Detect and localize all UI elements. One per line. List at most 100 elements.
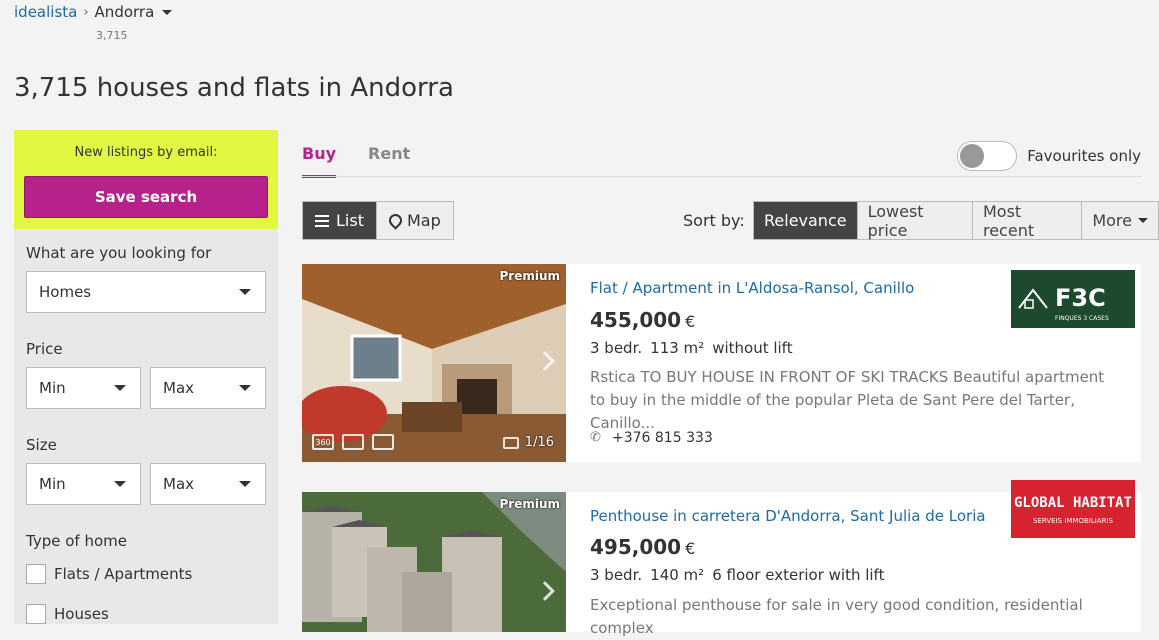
checkbox[interactable] <box>26 604 46 624</box>
price-label: Price <box>26 340 63 358</box>
agency-logo[interactable]: F3C FINQUES 3 CASES <box>1011 270 1135 328</box>
property-type-select[interactable]: Homes <box>26 271 266 313</box>
listing-photo[interactable]: Premium <box>302 492 566 632</box>
email-alert-box: New listings by email: Save search <box>14 130 278 229</box>
chevron-down-icon <box>239 385 251 391</box>
chevron-down-icon <box>239 289 251 295</box>
photo-count: 1/16 <box>524 435 554 450</box>
price-max-value: Max <box>163 379 195 397</box>
tab-rent[interactable]: Rent <box>368 144 410 178</box>
sort-lowest-price-button[interactable]: Lowest price <box>856 202 972 240</box>
save-search-button[interactable]: Save search <box>24 176 268 218</box>
map-view-button[interactable]: Map <box>375 202 453 239</box>
breadcrumb-location-label: Andorra <box>94 3 155 21</box>
sort-most-recent-button[interactable]: Most recent <box>971 202 1082 240</box>
favourites-toggle[interactable] <box>957 141 1018 171</box>
listing-title-link[interactable]: Flat / Apartment in L'Aldosa-Ransol, Can… <box>590 279 914 297</box>
breadcrumb-count: 3,715 <box>96 29 128 42</box>
sort-label: Sort by: <box>683 211 745 230</box>
size-label: Size <box>26 436 57 454</box>
chevron-down-icon <box>114 481 126 487</box>
listing-photo-exterior <box>302 492 566 632</box>
bedrooms: 3 bedr. <box>590 566 643 584</box>
listing-details: 3 bedr. 113 m² without lift <box>590 339 793 357</box>
global-habitat-logo-icon: GLOBAL HABITAT SERVEIS IMMOBILIARIS <box>1011 480 1135 538</box>
property-type-value: Homes <box>39 283 92 301</box>
phone-icon: ✆ <box>590 430 601 445</box>
list-view-button[interactable]: List <box>303 202 376 239</box>
sort-more-label: More <box>1092 211 1132 230</box>
logo-text: F3C <box>1055 284 1106 312</box>
map-pin-icon <box>389 214 400 228</box>
price-min-select[interactable]: Min <box>26 367 141 409</box>
page-title: 3,715 houses and flats in Andorra <box>14 73 454 103</box>
media-icons: 360 <box>312 434 394 450</box>
page-header: idealista › Andorra 3,715 3,715 houses a… <box>0 0 1159 124</box>
360-icon: 360 <box>312 434 334 450</box>
listing-price: 495,000 € <box>590 535 695 559</box>
price-value: 455,000 <box>590 308 682 332</box>
list-icon <box>315 214 329 227</box>
breadcrumb: idealista › Andorra <box>14 3 173 21</box>
photo-counter: 1/16 <box>502 435 554 450</box>
filter-flats-apartments[interactable]: Flats / Apartments <box>26 564 192 584</box>
operation-tabs: Buy Rent <box>302 144 410 178</box>
listing-phone[interactable]: ✆ +376 815 333 <box>590 430 713 446</box>
checkbox-label: Houses <box>54 605 109 623</box>
premium-badge: Premium <box>499 497 560 511</box>
listing-title-link[interactable]: Penthouse in carretera D'Andorra, Sant J… <box>590 507 986 525</box>
logo-subtext: FINQUES 3 CASES <box>1055 315 1109 322</box>
listing-card: Premium Penthouse in carretera D'Andorra… <box>302 480 1141 637</box>
breadcrumb-root-link[interactable]: idealista <box>14 3 77 21</box>
listing-details: 3 bedr. 140 m² 6 floor exterior with lif… <box>590 566 884 584</box>
chevron-down-icon <box>114 385 126 391</box>
size-min-select[interactable]: Min <box>26 463 141 505</box>
email-alert-label: New listings by email: <box>74 145 218 160</box>
listing-price: 455,000 € <box>590 308 695 332</box>
map-view-label: Map <box>406 211 441 230</box>
agency-logo[interactable]: GLOBAL HABITAT SERVEIS IMMOBILIARIS <box>1011 480 1135 538</box>
price-max-select[interactable]: Max <box>150 367 266 409</box>
currency: € <box>685 539 696 558</box>
listing-description[interactable]: Exceptional penthouse for sale in very g… <box>590 594 1120 640</box>
chevron-right-icon: › <box>83 4 89 20</box>
size-min-value: Min <box>39 475 66 493</box>
currency: € <box>685 312 696 331</box>
floor-plan-icon <box>372 434 394 450</box>
price-value: 495,000 <box>590 535 682 559</box>
looking-for-label: What are you looking for <box>26 244 212 262</box>
bedrooms: 3 bedr. <box>590 339 643 357</box>
filter-houses[interactable]: Houses <box>26 604 109 624</box>
chevron-down-icon <box>239 481 251 487</box>
video-icon <box>342 434 364 450</box>
type-of-home-label: Type of home <box>26 532 127 550</box>
floor-info: 6 floor exterior with lift <box>712 566 885 584</box>
listing-photo[interactable]: Premium 360 1/16 <box>302 264 566 462</box>
sort-options: Relevance Lowest price Most recent More <box>753 201 1159 240</box>
listing-description[interactable]: Rstica TO BUY HOUSE IN FRONT OF SKI TRAC… <box>590 366 1120 435</box>
area: 113 m² <box>650 339 705 357</box>
phone-number: +376 815 333 <box>612 430 713 446</box>
premium-badge: Premium <box>499 269 560 283</box>
checkbox[interactable] <box>26 564 46 584</box>
toggle-knob <box>960 144 985 168</box>
sort-relevance-button[interactable]: Relevance <box>754 202 857 239</box>
camera-icon <box>502 436 519 449</box>
checkbox-label: Flats / Apartments <box>54 565 193 583</box>
chevron-down-icon <box>162 9 173 15</box>
favourites-toggle-row: Favourites only <box>957 141 1141 171</box>
chevron-down-icon <box>1138 218 1148 223</box>
size-max-value: Max <box>163 475 195 493</box>
area: 140 m² <box>650 566 705 584</box>
listing-photo-interior <box>302 264 566 462</box>
filters-sidebar: New listings by email: Save search What … <box>14 130 278 624</box>
sort-more-dropdown[interactable]: More <box>1081 202 1158 239</box>
list-view-label: List <box>336 211 364 230</box>
breadcrumb-location-dropdown[interactable]: Andorra <box>95 3 173 21</box>
f3c-logo-icon: F3C FINQUES 3 CASES <box>1011 270 1135 328</box>
size-max-select[interactable]: Max <box>150 463 266 505</box>
tab-buy[interactable]: Buy <box>302 144 337 178</box>
logo-subtext: SERVEIS IMMOBILIARIS <box>1033 517 1113 525</box>
lift-info: without lift <box>712 339 793 357</box>
logo-text: GLOBAL HABITAT <box>1014 495 1132 511</box>
